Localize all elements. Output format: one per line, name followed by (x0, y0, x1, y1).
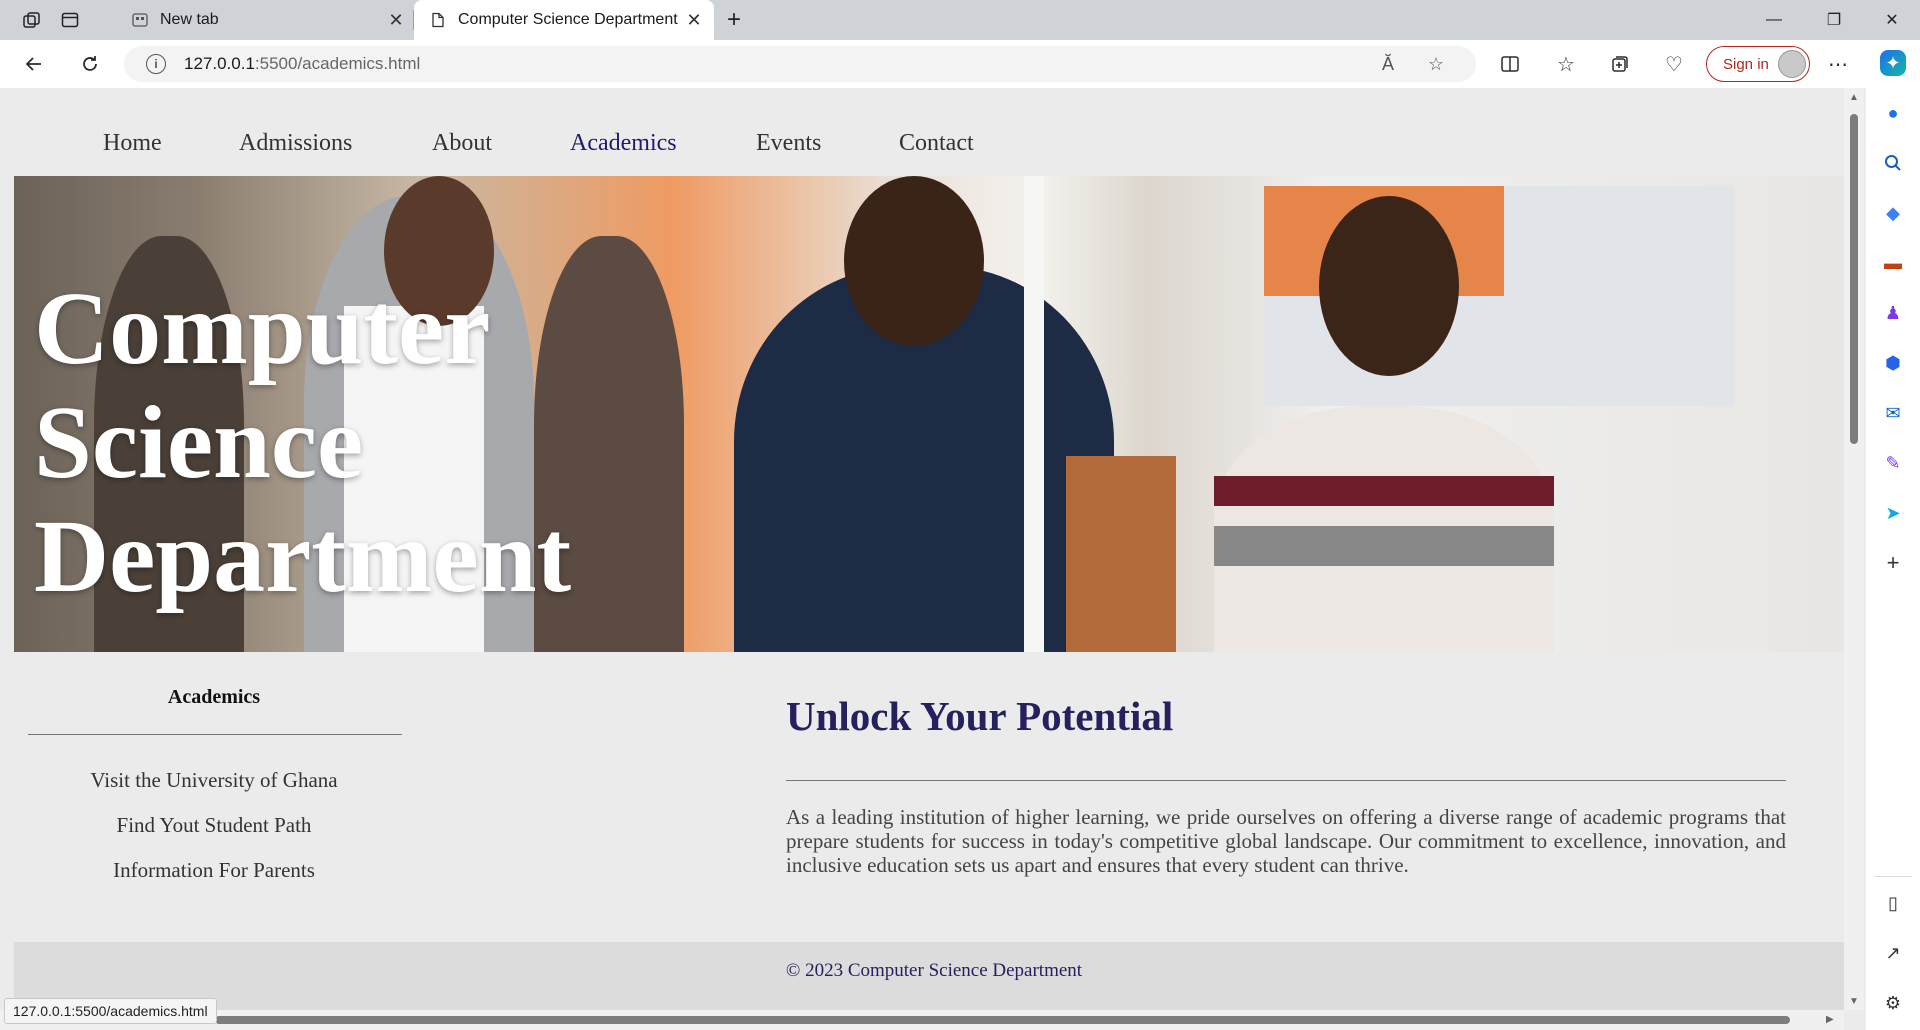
tab-actions-icon[interactable] (56, 6, 84, 34)
hide-sidebar-icon[interactable]: ▯ (1880, 890, 1906, 916)
scroll-right-arrow-icon[interactable]: ▶ (1826, 1014, 1834, 1025)
vertical-scrollbar[interactable]: ▲ ▼ (1844, 88, 1864, 1010)
nav-contact[interactable]: Contact (899, 130, 974, 157)
intro-paragraph: As a leading institution of higher learn… (786, 805, 1786, 877)
outlook-icon[interactable]: ✉ (1880, 400, 1906, 426)
address-bar[interactable]: i 127.0.0.1:5500/academics.html Ă ☆ (124, 46, 1476, 82)
nav-admissions[interactable]: Admissions (239, 130, 352, 157)
nav-events[interactable]: Events (756, 130, 821, 157)
document-icon (432, 12, 444, 28)
read-aloud-icon[interactable]: Ă (1372, 48, 1404, 80)
main-heading: Unlock Your Potential (786, 693, 1174, 739)
favorite-star-icon[interactable]: ☆ (1420, 48, 1452, 80)
scroll-up-arrow-icon[interactable]: ▲ (1849, 92, 1859, 103)
footer-copyright: © 2023 Computer Science Department (785, 960, 1083, 981)
split-screen-icon[interactable] (1494, 48, 1526, 80)
browser-toolbar: i 127.0.0.1:5500/academics.html Ă ☆ ☆ ♡… (0, 40, 1920, 88)
shopping-tag-icon[interactable]: ◆ (1880, 200, 1906, 226)
link-student-path[interactable]: Find Yout Student Path (14, 813, 414, 838)
sidebar-divider (1874, 876, 1912, 877)
favorites-icon[interactable]: ☆ (1550, 48, 1582, 80)
site-footer: © 2023 Computer Science Department (14, 942, 1844, 1010)
tools-briefcase-icon[interactable]: ▬ (1880, 250, 1906, 276)
tab-strip: New tab ✕ Computer Science Department ✕ … (0, 0, 1920, 40)
tab-new-tab[interactable]: New tab ✕ (116, 0, 416, 40)
minimize-icon[interactable]: — (1746, 0, 1802, 40)
site-navigation: Home Admissions About Academics Events C… (0, 88, 1844, 176)
horizontal-scrollbar[interactable]: ▶ (0, 1010, 1844, 1030)
open-external-icon[interactable]: ↗ (1880, 940, 1906, 966)
refresh-icon[interactable] (74, 48, 106, 80)
scroll-down-arrow-icon[interactable]: ▼ (1849, 996, 1859, 1007)
collections-icon[interactable] (1604, 48, 1636, 80)
profile-avatar (1778, 50, 1806, 78)
new-tab-plus-icon[interactable]: + (720, 6, 748, 34)
settings-gear-icon[interactable]: ⚙ (1880, 990, 1906, 1016)
browser-essentials-icon[interactable]: ♡ (1658, 48, 1690, 80)
restore-icon[interactable]: ❐ (1806, 0, 1862, 40)
horizontal-scroll-thumb[interactable] (215, 1016, 1790, 1024)
back-arrow-icon[interactable] (18, 48, 50, 80)
workspaces-icon[interactable] (18, 6, 46, 34)
copilot-icon[interactable]: ✦ (1880, 50, 1906, 76)
sign-in-label: Sign in (1723, 55, 1769, 73)
new-tab-page-icon (132, 13, 148, 27)
page-viewport: Home Admissions About Academics Events C… (0, 88, 1866, 1030)
nav-about[interactable]: About (432, 130, 492, 157)
tab-title: New tab (160, 11, 219, 28)
notifications-bell-icon[interactable]: ● (1880, 100, 1906, 126)
vertical-scroll-thumb[interactable] (1850, 114, 1858, 444)
games-icon[interactable]: ♟ (1880, 300, 1906, 326)
link-visit-university[interactable]: Visit the University of Ghana (14, 768, 414, 793)
add-sidebar-app-icon[interactable]: + (1880, 550, 1906, 576)
nav-academics[interactable]: Academics (570, 130, 677, 157)
microsoft-365-icon[interactable]: ⬢ (1880, 350, 1906, 376)
address-url[interactable]: 127.0.0.1:5500/academics.html (184, 54, 420, 74)
edge-sidebar: ✦ ● ◆ ▬ ♟ ⬢ ✉ ✎ ➤ + ▯ ↗ ⚙ (1866, 40, 1920, 1030)
hero-banner: Computer Science Department (14, 176, 1844, 652)
more-options-icon[interactable]: ⋯ (1822, 48, 1854, 80)
window-close-icon[interactable]: ✕ (1864, 0, 1920, 40)
link-parents-info[interactable]: Information For Parents (14, 858, 414, 883)
heading-divider (786, 780, 1786, 781)
close-tab-icon[interactable]: ✕ (684, 10, 704, 30)
sidebar-divider (28, 734, 402, 735)
site-info-icon[interactable]: i (146, 54, 166, 74)
status-bar-url: 127.0.0.1:5500/academics.html (4, 998, 217, 1024)
close-tab-icon[interactable]: ✕ (386, 10, 406, 30)
hero-title: Computer Science Department (34, 271, 572, 614)
tab-title: Computer Science Department (458, 11, 678, 28)
sidebar-title: Academics (167, 686, 261, 708)
tab-computer-science-department[interactable]: Computer Science Department ✕ (414, 0, 714, 40)
sign-in-button[interactable]: Sign in (1706, 46, 1810, 82)
send-icon[interactable]: ➤ (1880, 500, 1906, 526)
nav-home[interactable]: Home (103, 130, 162, 157)
designer-icon[interactable]: ✎ (1880, 450, 1906, 476)
search-icon[interactable] (1880, 150, 1906, 176)
